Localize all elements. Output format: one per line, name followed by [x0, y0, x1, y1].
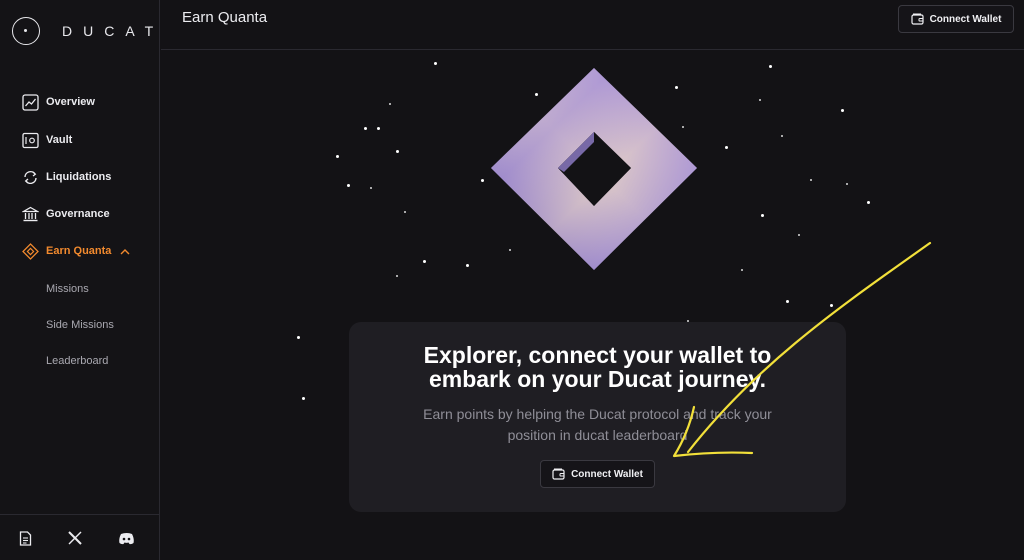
- exchange-icon: [22, 169, 39, 186]
- star: [725, 146, 728, 149]
- brand-logo[interactable]: DUCAT: [12, 16, 164, 46]
- star: [846, 183, 848, 185]
- star: [867, 201, 870, 204]
- x-logo-icon[interactable]: [66, 529, 84, 547]
- discord-icon[interactable]: [117, 529, 135, 547]
- star: [302, 397, 305, 400]
- sidebar-subitem-side-missions[interactable]: Side Missions: [46, 319, 114, 331]
- star: [396, 275, 398, 277]
- sidebar-footer: [0, 514, 160, 560]
- card-subtitle-line: Earn points by helping the Ducat protoco…: [423, 406, 772, 422]
- star: [396, 150, 399, 153]
- connect-wallet-label: Connect Wallet: [929, 13, 1002, 25]
- sidebar-item-overview[interactable]: Overview: [22, 91, 95, 113]
- sidebar-subitem-missions[interactable]: Missions: [46, 283, 89, 295]
- bank-icon: [22, 206, 39, 223]
- star: [336, 155, 339, 158]
- card-title-line: Explorer, connect your wallet to: [423, 342, 772, 368]
- wallet-icon: [910, 13, 924, 25]
- connect-wallet-card: Explorer, connect your wallet to embark …: [349, 322, 846, 512]
- star: [347, 184, 350, 187]
- connect-wallet-label: Connect Wallet: [571, 468, 643, 480]
- ducat-logo-icon: [12, 17, 40, 45]
- header-connect-wallet-button[interactable]: Connect Wallet: [898, 5, 1014, 33]
- document-icon[interactable]: [16, 529, 34, 547]
- star: [389, 103, 391, 105]
- star: [781, 135, 783, 137]
- card-title: Explorer, connect your wallet to embark …: [349, 343, 846, 391]
- diamond-icon: [22, 242, 39, 260]
- star: [481, 179, 484, 182]
- chevron-up-icon[interactable]: [120, 248, 130, 255]
- sidebar-item-label: Liquidations: [46, 171, 112, 183]
- card-connect-wallet-button[interactable]: Connect Wallet: [540, 460, 655, 488]
- star: [830, 304, 833, 307]
- star: [786, 300, 789, 303]
- sidebar-item-label: Governance: [46, 208, 110, 220]
- sidebar-item-label: Earn Quanta: [46, 245, 112, 257]
- sidebar: DUCAT Overview Vault Liquidations Govern…: [0, 0, 160, 560]
- card-subtitle: Earn points by helping the Ducat protoco…: [389, 404, 806, 446]
- star: [377, 127, 380, 130]
- card-title-line: embark on your Ducat journey.: [429, 366, 766, 392]
- star: [370, 187, 372, 189]
- star: [434, 62, 437, 65]
- star: [297, 336, 300, 339]
- sidebar-item-label: Overview: [46, 96, 95, 108]
- chart-line-icon: [22, 93, 39, 111]
- vault-icon: [22, 132, 39, 149]
- brand-name: DUCAT: [62, 23, 165, 39]
- star: [423, 260, 426, 263]
- star: [404, 211, 406, 213]
- page-title: Earn Quanta: [182, 9, 268, 26]
- wallet-icon: [552, 468, 565, 480]
- sidebar-item-vault[interactable]: Vault: [22, 129, 72, 151]
- sidebar-subitem-leaderboard[interactable]: Leaderboard: [46, 355, 108, 367]
- sidebar-item-governance[interactable]: Governance: [22, 203, 110, 225]
- sidebar-item-liquidations[interactable]: Liquidations: [22, 166, 111, 188]
- star: [741, 269, 743, 271]
- sidebar-item-earn-quanta[interactable]: Earn Quanta: [22, 240, 130, 262]
- star: [761, 214, 764, 217]
- star: [466, 264, 469, 267]
- quanta-diamond-graphic: [489, 66, 699, 272]
- card-subtitle-line: position in ducat leaderboard: [507, 427, 688, 443]
- star: [769, 65, 772, 68]
- sidebar-item-label: Vault: [46, 134, 73, 146]
- star: [364, 127, 367, 130]
- star: [798, 234, 800, 236]
- star: [810, 179, 812, 181]
- star: [759, 99, 761, 101]
- top-bar: Earn Quanta Connect Wallet: [161, 0, 1024, 50]
- star: [841, 109, 844, 112]
